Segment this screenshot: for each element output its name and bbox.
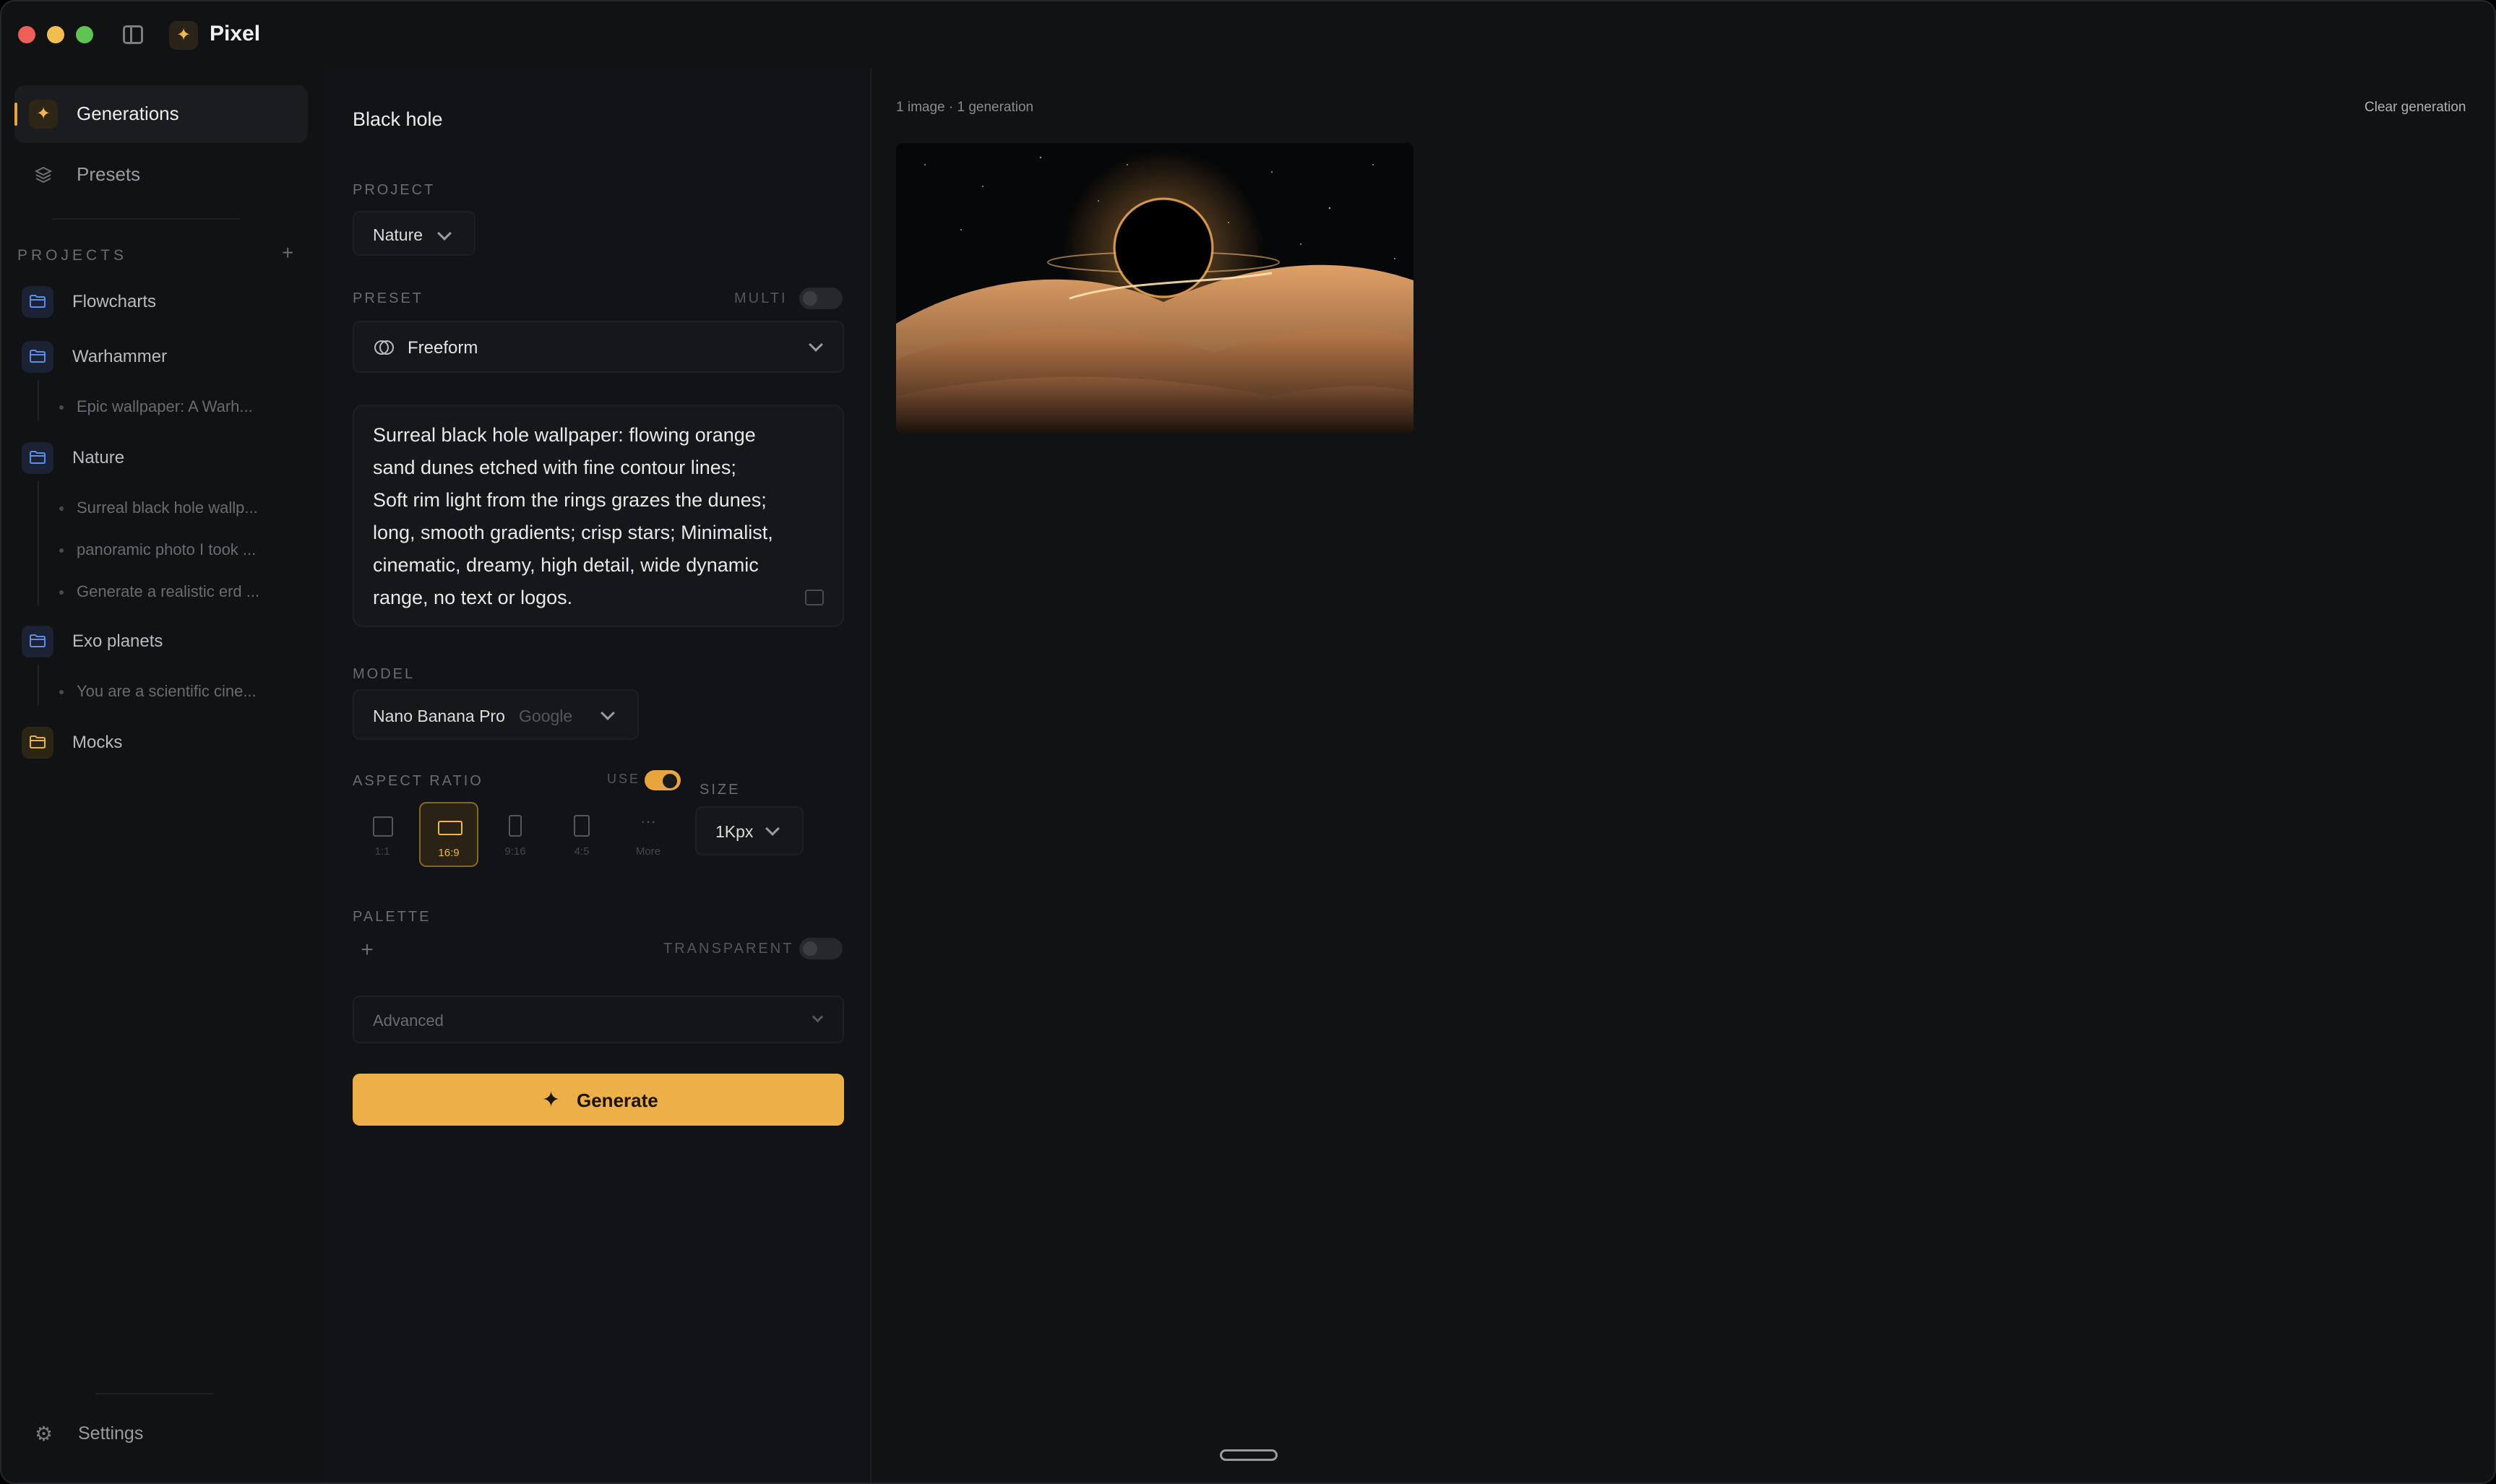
generation-item[interactable]: You are a scientific cine...: [59, 682, 257, 701]
transparent-toggle[interactable]: [799, 938, 843, 959]
sidebar-toggle-icon[interactable]: [123, 25, 143, 44]
model-provider: Google: [519, 707, 573, 725]
folder-icon: [22, 727, 53, 759]
sidebar-item-label: Presets: [77, 163, 141, 185]
aspect-ratio-label: ASPECT RATIO: [353, 773, 483, 789]
prompt-textarea[interactable]: Surreal black hole wallpaper: flowing or…: [353, 405, 844, 627]
project-dropdown[interactable]: Nature: [353, 211, 475, 256]
generation-item[interactable]: Surreal black hole wallp...: [59, 499, 258, 517]
divider: [52, 218, 240, 220]
results-summary: 1 image · 1 generation: [896, 100, 1034, 115]
palette-label: PALETTE: [353, 909, 431, 925]
portrait-icon: [509, 815, 522, 837]
sidebar-item-label: Generations: [77, 103, 179, 124]
advanced-section-toggle[interactable]: Advanced: [353, 996, 844, 1043]
generation-form-panel: Black hole PROJECT Nature PRESET MULTI F…: [324, 68, 872, 1483]
generation-item[interactable]: Epic wallpaper: A Warh...: [59, 397, 253, 416]
add-project-icon[interactable]: +: [282, 241, 293, 264]
maximize-window-button[interactable]: [76, 26, 93, 43]
aspect-4-5-button[interactable]: 4:5: [552, 802, 611, 867]
generate-label: Generate: [577, 1090, 658, 1111]
aspect-label: 1:1: [374, 845, 390, 858]
multi-label: MULTI: [734, 290, 788, 306]
portrait-icon: [574, 815, 590, 837]
gear-icon: ⚙: [35, 1423, 53, 1445]
preset-icon: [373, 337, 395, 358]
tree-line: [38, 481, 39, 605]
minimize-window-button[interactable]: [47, 26, 64, 43]
model-dropdown[interactable]: Nano Banana Pro Google: [353, 689, 639, 740]
add-color-button[interactable]: +: [353, 936, 382, 965]
size-label: SIZE: [700, 782, 741, 798]
aspect-more-button[interactable]: ··· More: [619, 802, 678, 867]
sidebar-item-presets[interactable]: Presets: [14, 146, 308, 204]
sidebar-item-generations[interactable]: ✦ Generations: [14, 85, 308, 143]
clear-generation-button[interactable]: Clear generation: [2364, 100, 2466, 116]
active-indicator: [14, 103, 17, 126]
folder-icon: [22, 286, 53, 318]
folder-icon: [22, 442, 53, 474]
generated-image[interactable]: [896, 143, 1413, 433]
use-label: USE: [607, 772, 641, 786]
sidebar: ✦ Generations Presets PROJECTS + Flowcha…: [1, 68, 319, 1483]
sparkle-icon: ✦: [542, 1088, 561, 1112]
attach-image-icon[interactable]: [805, 590, 824, 605]
app-name: Pixel: [210, 22, 261, 46]
landscape-icon: [438, 821, 462, 835]
settings-label: Settings: [78, 1423, 144, 1444]
project-label: Flowcharts: [72, 292, 157, 311]
generate-button[interactable]: ✦ Generate: [353, 1074, 844, 1126]
model-field-label: MODEL: [353, 666, 416, 682]
preset-value: Freeform: [408, 338, 478, 358]
project-value: Nature: [373, 225, 423, 244]
aspect-label: 16:9: [438, 847, 460, 859]
folder-icon: [22, 626, 53, 657]
use-aspect-toggle[interactable]: [645, 770, 681, 790]
title-bar: ✦ Pixel: [1, 1, 2495, 68]
advanced-label: Advanced: [373, 1011, 444, 1030]
chevron-down-icon: [809, 337, 823, 352]
aspect-16-9-button[interactable]: 16:9: [419, 802, 478, 867]
more-icon: ···: [640, 812, 656, 830]
chevron-down-icon: [437, 226, 452, 241]
chevron-down-icon: [812, 1011, 824, 1023]
aspect-1-1-button[interactable]: 1:1: [353, 802, 412, 867]
chevron-down-icon: [601, 706, 615, 720]
generation-item[interactable]: panoramic photo I took ...: [59, 540, 256, 559]
project-label: Exo planets: [72, 631, 163, 651]
prompt-text: Surreal black hole wallpaper: flowing or…: [373, 424, 773, 608]
project-label: Nature: [72, 448, 125, 467]
folder-icon: [22, 341, 53, 373]
aspect-label: 4:5: [574, 845, 590, 858]
generation-item[interactable]: Generate a realistic erd ...: [59, 582, 259, 601]
model-name: Nano Banana Pro: [373, 707, 505, 725]
chevron-down-icon: [765, 821, 780, 836]
project-label: Mocks: [72, 733, 123, 752]
divider: [95, 1393, 214, 1394]
size-dropdown[interactable]: 1Kpx: [695, 806, 804, 855]
model-value: Nano Banana Pro Google: [373, 707, 572, 726]
project-field-label: PROJECT: [353, 182, 436, 198]
square-icon: [373, 816, 393, 837]
aspect-label: More: [635, 845, 661, 858]
projects-heading: PROJECTS: [17, 247, 128, 264]
aspect-9-16-button[interactable]: 9:16: [486, 802, 545, 867]
project-label: Warhammer: [72, 347, 168, 366]
tree-line: [38, 665, 39, 705]
aspect-label: 9:16: [504, 845, 526, 858]
preset-field-label: PRESET: [353, 290, 424, 306]
panel-resize-handle[interactable]: [1220, 1449, 1278, 1461]
size-value: 1Kpx: [715, 822, 754, 841]
app-window: ✦ Pixel ✦ Generations Presets PROJECTS +…: [0, 0, 2496, 1484]
close-window-button[interactable]: [18, 26, 35, 43]
layers-icon: [29, 160, 58, 189]
multi-toggle[interactable]: [799, 288, 843, 309]
page-title: Black hole: [353, 108, 443, 130]
preset-dropdown[interactable]: Freeform: [353, 321, 844, 373]
app-logo-icon: ✦: [169, 21, 198, 50]
tree-line: [38, 380, 39, 420]
transparent-label: TRANSPARENT: [663, 941, 794, 957]
sparkle-icon: ✦: [29, 100, 58, 129]
